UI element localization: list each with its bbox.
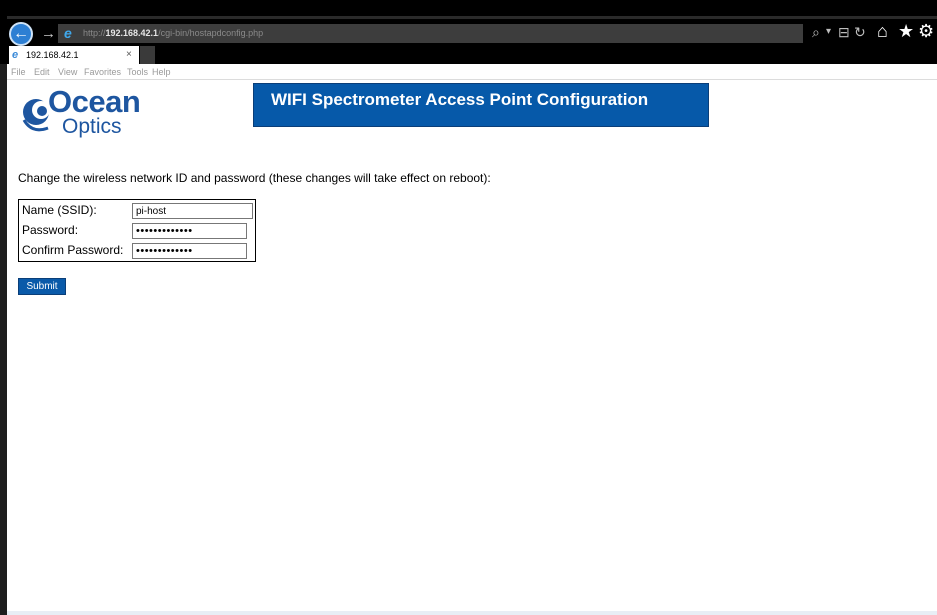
wifi-config-form: Name (SSID): Password: Confirm Password: (18, 199, 256, 262)
window-left-edge (0, 64, 7, 615)
menu-tools[interactable]: Tools (127, 66, 148, 78)
menu-favorites[interactable]: Favorites (84, 66, 121, 78)
browser-tab[interactable]: e 192.168.42.1 × (9, 46, 139, 64)
address-url[interactable]: http://192.168.42.1/cgi-bin/hostapdconfi… (83, 27, 263, 39)
tab-title: 192.168.42.1 (26, 50, 79, 60)
ssid-label: Name (SSID): (22, 203, 97, 217)
forward-button[interactable]: → (41, 25, 56, 43)
toolbar-accent-line (7, 16, 937, 19)
password-input[interactable] (132, 223, 247, 239)
compatibility-view-icon[interactable]: ⊟ (838, 21, 850, 43)
url-host: 192.168.42.1 (105, 28, 159, 38)
page-title-banner: WIFI Spectrometer Access Point Configura… (253, 83, 709, 127)
tab-ie-icon: e (12, 49, 19, 61)
menu-bar: File Edit View Favorites Tools Help (7, 64, 937, 80)
instructions-text: Change the wireless network ID and passw… (18, 171, 491, 185)
settings-gear-icon[interactable]: ⚙ (918, 20, 934, 42)
back-arrow-icon: ← (13, 25, 29, 42)
confirm-password-label: Confirm Password: (22, 243, 124, 257)
forward-arrow-icon: → (41, 25, 56, 42)
search-dropdown-icon[interactable]: ▾ (826, 21, 831, 43)
ie-page-icon: e (64, 25, 72, 41)
menu-edit[interactable]: Edit (34, 66, 50, 78)
url-prefix: http:// (83, 28, 106, 38)
favorites-star-icon[interactable]: ★ (898, 20, 914, 42)
ssid-input[interactable] (132, 203, 253, 219)
password-label: Password: (22, 223, 79, 237)
confirm-password-input[interactable] (132, 243, 247, 259)
refresh-icon[interactable]: ↻ (854, 21, 866, 43)
menu-view[interactable]: View (58, 66, 77, 78)
menu-file[interactable]: File (11, 66, 26, 78)
tab-close-icon[interactable]: × (126, 48, 132, 61)
window-bottom-edge (7, 611, 937, 615)
url-path: /cgi-bin/hostapdconfig.php (158, 28, 264, 38)
search-icon[interactable]: ⌕ (812, 21, 820, 43)
back-button[interactable]: ← (9, 22, 33, 46)
menu-help[interactable]: Help (152, 66, 171, 78)
new-tab-button[interactable] (140, 46, 155, 64)
home-icon[interactable]: ⌂ (877, 20, 888, 42)
logo-text-optics: Optics (62, 115, 122, 138)
submit-button[interactable]: Submit (18, 278, 66, 295)
